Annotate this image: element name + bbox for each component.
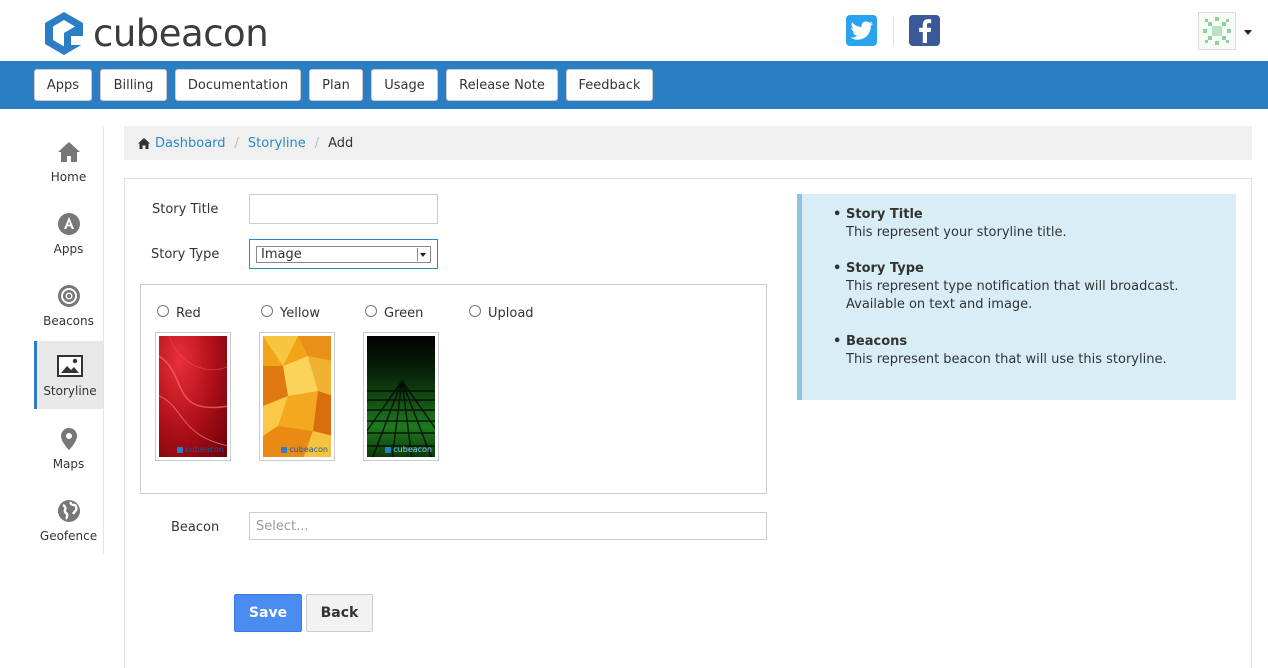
radio-button[interactable] <box>469 304 481 317</box>
image-icon <box>57 353 83 379</box>
social-divider <box>893 17 894 45</box>
info-title: Story Type <box>846 261 924 276</box>
breadcrumb-separator: / <box>234 135 239 151</box>
sidebar-item-label: Home <box>50 169 87 184</box>
help-info-box: • Story Title This represent your storyl… <box>797 194 1236 400</box>
sidebar-item-label: Storyline <box>43 383 97 398</box>
sidebar-item-label: Maps <box>52 456 85 471</box>
cubeacon-logo[interactable]: cubeacon <box>43 10 269 56</box>
radio-upload[interactable]: Upload <box>469 304 534 321</box>
story-type-label: Story Type <box>151 247 220 262</box>
info-item-story-title: • Story Title This represent your storyl… <box>833 206 1206 242</box>
bullet: • <box>833 334 842 349</box>
breadcrumb-separator: / <box>314 135 320 151</box>
bullet: • <box>833 261 842 276</box>
chevron-down-icon[interactable] <box>1244 30 1252 35</box>
sidebar-item-beacons[interactable]: Beacons <box>34 271 103 339</box>
nav-billing-button[interactable]: Billing <box>100 69 167 101</box>
chevron-down-icon <box>417 248 428 261</box>
breadcrumb-storyline-link[interactable]: Storyline <box>248 136 306 151</box>
sidebar-item-label: Beacons <box>43 313 94 328</box>
nav-documentation-button[interactable]: Documentation <box>175 69 301 101</box>
nav-release-note-button[interactable]: Release Note <box>446 69 558 101</box>
sidebar-item-label: Geofence <box>39 528 98 543</box>
facebook-icon[interactable] <box>909 15 940 46</box>
radio-green[interactable]: Green <box>365 304 424 321</box>
cubeacon-logo-icon <box>45 12 85 55</box>
thumbnail-brand: cubeacon <box>385 445 432 454</box>
nav-apps-button[interactable]: Apps <box>34 69 92 101</box>
info-item-beacons: • Beacons This represent beacon that wil… <box>833 333 1206 369</box>
top-header: cubeacon <box>0 0 1268 61</box>
beacon-icon <box>56 283 82 309</box>
story-type-select[interactable]: Image <box>249 239 438 269</box>
brand-name: cubeacon <box>93 11 269 55</box>
nav-plan-button[interactable]: Plan <box>309 69 363 101</box>
radio-label: Yellow <box>280 306 321 321</box>
sidebar-item-geofence[interactable]: Geofence <box>34 486 103 554</box>
twitter-icon[interactable] <box>846 15 877 46</box>
radio-button[interactable] <box>157 304 169 317</box>
breadcrumb-dashboard-link[interactable]: Dashboard <box>155 136 226 151</box>
thumbnail-green-image: cubeacon <box>367 336 435 457</box>
home-icon <box>56 139 82 165</box>
globe-icon <box>56 498 82 524</box>
info-title: Beacons <box>846 334 908 349</box>
radio-button[interactable] <box>365 304 377 317</box>
radio-label: Upload <box>488 306 534 321</box>
main-navbar: Apps Billing Documentation Plan Usage Re… <box>0 61 1268 109</box>
story-title-input[interactable] <box>249 194 438 224</box>
save-button[interactable]: Save <box>234 594 302 632</box>
back-button[interactable]: Back <box>306 594 373 632</box>
sidebar-item-storyline[interactable]: Storyline <box>34 341 103 409</box>
sidebar-item-home[interactable]: Home <box>34 127 103 195</box>
info-desc: This represent type notification that wi… <box>846 279 1179 312</box>
info-item-story-type: • Story Type This represent type notific… <box>833 260 1196 314</box>
thumbnail-red[interactable]: cubeacon <box>155 332 231 461</box>
home-icon <box>138 137 150 149</box>
radio-button[interactable] <box>261 304 273 317</box>
info-desc: This represent beacon that will use this… <box>846 352 1167 367</box>
sidebar: Home Apps Beacons Storyline Maps Geofenc… <box>34 127 104 555</box>
story-type-selected-text: Image <box>261 247 302 262</box>
story-title-label: Story Title <box>152 202 219 217</box>
thumbnail-red-image: cubeacon <box>159 336 227 457</box>
thumbnail-brand: cubeacon <box>177 445 224 454</box>
thumbnail-yellow[interactable]: cubeacon <box>259 332 335 461</box>
sidebar-item-apps[interactable]: Apps <box>34 199 103 267</box>
nav-feedback-button[interactable]: Feedback <box>566 69 653 101</box>
apps-icon <box>56 211 82 237</box>
thumbnail-brand: cubeacon <box>281 445 328 454</box>
thumbnail-green[interactable]: cubeacon <box>363 332 439 461</box>
info-desc: This represent your storyline title. <box>846 225 1067 240</box>
user-avatar[interactable] <box>1198 12 1236 50</box>
radio-label: Green <box>384 306 424 321</box>
nav-usage-button[interactable]: Usage <box>371 69 438 101</box>
beacon-select[interactable]: Select... <box>249 512 767 540</box>
radio-label: Red <box>176 306 201 321</box>
sidebar-item-label: Apps <box>53 241 84 256</box>
image-options-box <box>140 284 767 494</box>
beacon-label: Beacon <box>171 520 220 535</box>
info-title: Story Title <box>846 207 923 222</box>
bullet: • <box>833 207 842 222</box>
sidebar-item-maps[interactable]: Maps <box>34 414 103 482</box>
story-type-value: Image <box>256 246 431 263</box>
breadcrumb-current: Add <box>328 135 354 151</box>
radio-red[interactable]: Red <box>157 304 201 321</box>
breadcrumb: Dashboard / Storyline / Add <box>124 126 1252 160</box>
thumbnail-yellow-image: cubeacon <box>263 336 331 457</box>
beacon-placeholder: Select... <box>256 518 309 534</box>
map-pin-icon <box>56 426 82 452</box>
radio-yellow[interactable]: Yellow <box>261 304 321 321</box>
